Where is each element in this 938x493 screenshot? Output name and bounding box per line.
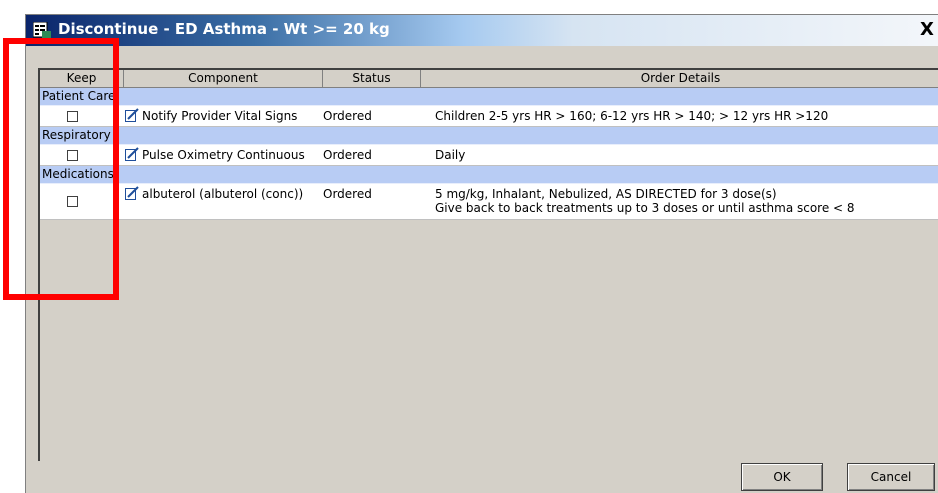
close-button[interactable]: X [920,20,938,40]
order-details: Children 2-5 yrs HR > 160; 6-12 yrs HR >… [435,109,829,123]
discontinue-dialog: Discontinue - ED Asthma - Wt >= 20 kg X … [25,14,938,493]
group-row-patient-care: Patient Care [40,88,938,106]
order-details: Daily [435,148,466,162]
column-header-component[interactable]: Component [124,70,323,88]
order-status: Ordered [323,109,372,123]
order-status: Ordered [323,148,372,162]
order-details-line-2: Give back to back treatments up to 3 dos… [435,201,855,215]
ok-button[interactable]: OK [741,463,823,491]
order-edit-icon [125,147,139,161]
orders-table: Keep Component Status Order Details Pati… [38,68,938,461]
column-header-status[interactable]: Status [323,70,421,88]
table-row[interactable]: Pulse Oximetry Continuous Ordered Daily [40,145,938,166]
group-row-respiratory: Respiratory [40,127,938,145]
title-bar: Discontinue - ED Asthma - Wt >= 20 kg X [26,15,938,46]
group-row-medications: Medications [40,166,938,184]
dialog-title: Discontinue - ED Asthma - Wt >= 20 kg [58,20,390,38]
table-row[interactable]: albuterol (albuterol (conc)) Ordered 5 m… [40,184,938,220]
order-status: Ordered [323,187,372,201]
column-header-order-details[interactable]: Order Details [421,70,938,88]
order-edit-icon [125,108,139,122]
table-row[interactable]: Notify Provider Vital Signs Ordered Chil… [40,106,938,127]
keep-column-highlight-box [3,38,119,300]
order-details-line-1: 5 mg/kg, Inhalant, Nebulized, AS DIRECTE… [435,187,777,201]
component-name: Pulse Oximetry Continuous [142,148,305,162]
order-sheet-icon [33,22,51,39]
order-edit-icon [125,186,139,200]
cancel-button[interactable]: Cancel [847,463,935,491]
component-name: Notify Provider Vital Signs [142,109,298,123]
component-name: albuterol (albuterol (conc)) [142,187,304,201]
